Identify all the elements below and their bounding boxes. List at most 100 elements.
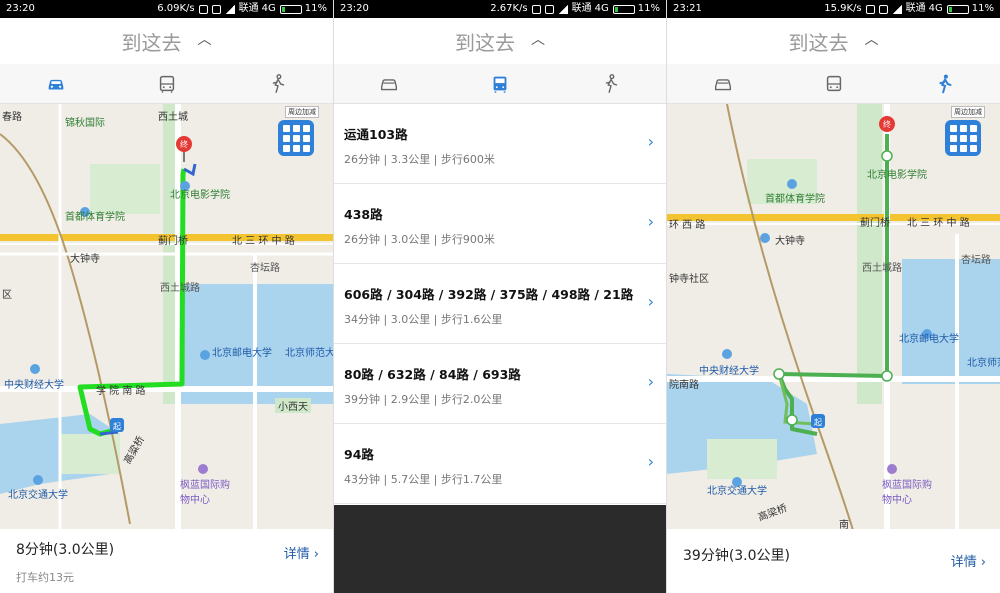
status-time: 23:20 xyxy=(340,3,369,14)
map-grid-button[interactable] xyxy=(278,120,314,156)
route-info: 26分钟 | 3.3公里 | 步行600米 xyxy=(344,153,495,166)
map-label: 枫蓝国际购物中心 xyxy=(882,480,932,506)
list-item[interactable]: 606路 / 304路 / 392路 / 375路 / 498路 / 21路 3… xyxy=(334,264,666,344)
title-bar[interactable]: 到这去 ︿ xyxy=(0,18,333,64)
route-info: 39分钟 | 2.9公里 | 步行2.0公里 xyxy=(344,393,503,406)
title-bar[interactable]: 到这去 ︿ xyxy=(334,18,666,64)
map-label: 中央财经大学 xyxy=(4,380,64,391)
panel-car: 23:20 6.09K/s 联通 4G 11% 到这去 ︿ 终 起 春路 锦秋国… xyxy=(0,0,333,593)
bus-icon xyxy=(159,75,174,93)
chevron-right-icon: › xyxy=(647,212,654,231)
status-network: 4G xyxy=(261,3,276,14)
map-label: 北京师范大 xyxy=(285,348,333,359)
map-label: 大钟寺 xyxy=(70,254,100,265)
map-label: 北京交通大学 xyxy=(707,486,767,497)
status-bar: 23:21 15.9K/s 联通 4G 11% xyxy=(667,0,1000,18)
tab-car[interactable] xyxy=(334,64,445,103)
tab-bus[interactable] xyxy=(445,64,556,103)
details-label: 详情 xyxy=(283,547,310,562)
signal-icon xyxy=(891,4,902,14)
map-label: 蓟门桥 xyxy=(158,236,188,247)
status-battery: 11% xyxy=(971,3,994,14)
chevron-right-icon: › xyxy=(647,132,654,151)
map-badge: 周边加减 xyxy=(285,106,319,118)
alarm-icon xyxy=(198,4,208,14)
map-label: 南 xyxy=(839,520,849,529)
svg-text:起: 起 xyxy=(814,418,822,427)
route-info: 34分钟 | 3.0公里 | 步行1.6公里 xyxy=(344,313,503,326)
page-title: 到这去 xyxy=(455,30,515,55)
tab-bus[interactable] xyxy=(778,64,889,103)
map-label: 学 院 南 路 xyxy=(96,386,146,397)
map-label: 北京师范大 xyxy=(967,358,1000,369)
title-bar[interactable]: 到这去 ︿ xyxy=(667,18,1000,64)
status-network: 4G xyxy=(594,3,609,14)
route-summary: 8分钟(3.0公里) 打车约13元 详情 › xyxy=(0,529,333,593)
list-footer xyxy=(334,505,666,593)
details-link[interactable]: 详情 › xyxy=(284,543,319,562)
route-summary: 39分钟(3.0公里) 详情 › xyxy=(667,529,1000,593)
route-info: 43分钟 | 5.7公里 | 步行1.7公里 xyxy=(344,473,503,486)
list-item[interactable]: 80路 / 632路 / 84路 / 693路 39分钟 | 2.9公里 | 步… xyxy=(334,344,666,424)
chevron-right-icon: › xyxy=(980,555,986,570)
list-item[interactable]: 运通103路 26分钟 | 3.3公里 | 步行600米 › xyxy=(334,104,666,184)
chevron-right-icon: › xyxy=(313,547,319,562)
map-label: 北 三 环 中 路 xyxy=(232,236,295,247)
map-label: 首都体育学院 xyxy=(765,194,825,205)
map-label: 区 xyxy=(2,290,12,301)
map-label: 院南路 xyxy=(669,380,699,391)
route-name: 运通103路 xyxy=(344,127,408,142)
route-duration: 39分钟(3.0公里) xyxy=(683,548,791,564)
route-info: 26分钟 | 3.0公里 | 步行900米 xyxy=(344,233,495,246)
walk-icon xyxy=(605,73,617,93)
chevron-up-icon[interactable]: ︿ xyxy=(198,29,212,49)
details-link[interactable]: 详情 › xyxy=(951,551,986,570)
map-grid-button[interactable] xyxy=(945,120,981,156)
tab-walk[interactable] xyxy=(889,64,1000,103)
map-label: 西土城路 xyxy=(862,262,902,275)
map-label: 钟寺社区 xyxy=(669,274,709,285)
transport-mode-bar xyxy=(667,64,1000,104)
route-duration: 8分钟(3.0公里) xyxy=(16,542,115,558)
status-bar: 23:20 6.09K/s 联通 4G 11% xyxy=(0,0,333,18)
map-label: 北京交通大学 xyxy=(8,490,68,501)
battery-icon xyxy=(612,4,635,14)
car-icon xyxy=(48,79,63,89)
signal-icon xyxy=(224,4,235,14)
status-speed: 2.67K/s xyxy=(490,3,528,14)
bus-icon xyxy=(493,76,507,93)
map-label: 北京邮电大学 xyxy=(899,334,959,345)
taxi-fare: 打车约13元 xyxy=(16,571,74,584)
route-map[interactable]: 终 起 春路 锦秋国际 西土城 北京电影学院 首都体育学院 蓟门桥 北 三 环 … xyxy=(0,104,333,529)
map-label: 西土城路 xyxy=(160,282,200,295)
status-battery: 11% xyxy=(304,3,327,14)
status-network: 4G xyxy=(928,3,943,14)
details-label: 详情 xyxy=(950,555,977,570)
route-name: 80路 / 632路 / 84路 / 693路 xyxy=(344,367,521,382)
car-icon xyxy=(381,78,398,90)
wifi-icon xyxy=(544,4,554,14)
battery-icon xyxy=(946,4,969,14)
map-label: 春路 xyxy=(2,112,22,123)
chevron-up-icon[interactable]: ︿ xyxy=(865,29,879,49)
tab-walk[interactable] xyxy=(222,64,333,103)
map-label: 环 西 路 xyxy=(669,220,706,231)
list-item[interactable]: 94路 43分钟 | 5.7公里 | 步行1.7公里 › xyxy=(334,424,666,504)
status-speed: 6.09K/s xyxy=(157,3,195,14)
page-title: 到这去 xyxy=(788,30,849,55)
svg-text:起: 起 xyxy=(113,422,121,431)
list-item[interactable]: 438路 26分钟 | 3.0公里 | 步行900米 › xyxy=(334,184,666,264)
tab-bus[interactable] xyxy=(111,64,222,103)
map-label: 大钟寺 xyxy=(775,236,805,247)
tab-car[interactable] xyxy=(0,64,111,103)
status-time: 23:21 xyxy=(673,3,702,14)
route-map[interactable]: 终 起 北京电影学院 首都体育学院 蓟门桥 北 三 环 中 路 环 西 路 大钟… xyxy=(667,104,1000,529)
alarm-icon xyxy=(531,4,541,14)
tab-car[interactable] xyxy=(667,64,778,103)
tab-walk[interactable] xyxy=(555,64,666,103)
chevron-right-icon: › xyxy=(647,292,654,311)
chevron-up-icon[interactable]: ︿ xyxy=(531,29,545,49)
wifi-icon xyxy=(878,4,888,14)
chevron-right-icon: › xyxy=(647,452,654,471)
status-time: 23:20 xyxy=(6,3,35,14)
